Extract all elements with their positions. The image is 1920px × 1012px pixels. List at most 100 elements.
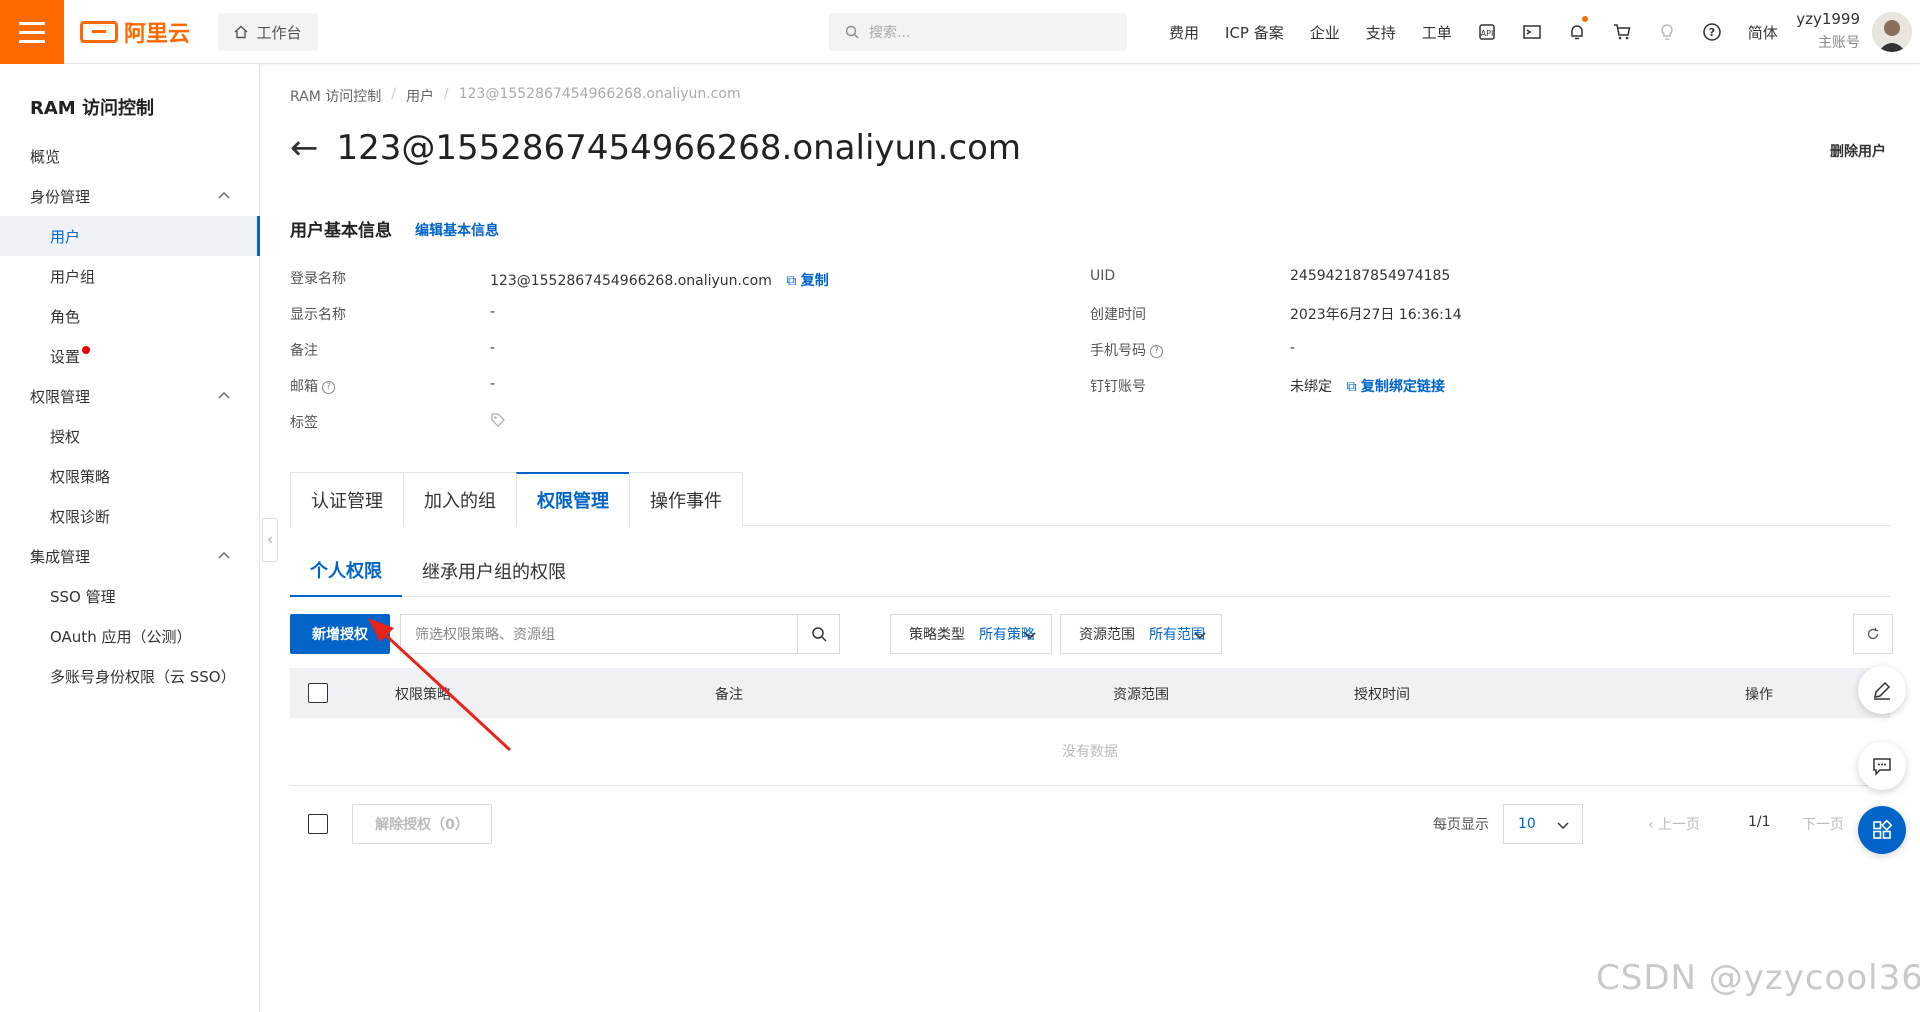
sidebar-item-label: 多账号身份权限（云 SSO） [50, 667, 236, 686]
sidebar-group-permissions[interactable]: 权限管理 [0, 376, 260, 416]
column-policy[interactable]: 权限策略 [395, 684, 451, 704]
help-icon[interactable]: ? [322, 380, 335, 394]
footer-select-all-checkbox[interactable] [308, 814, 328, 834]
permission-toolbar: 新增授权 筛选权限策略、资源组 策略类型 所有策略 资源范围 所有范围 [290, 614, 1893, 656]
prev-page-button[interactable]: ‹ 上一页 [1648, 814, 1700, 834]
info-label-display-name: 显示名称 [290, 307, 346, 323]
hamburger-menu-button[interactable] [0, 0, 64, 64]
feedback-float-button[interactable] [1858, 742, 1906, 790]
chevron-up-icon [218, 192, 230, 199]
sidebar-item-oauth[interactable]: OAuth 应用（公测） [0, 616, 260, 656]
copy-icon[interactable]: ⧉ [786, 273, 796, 289]
lightbulb-icon[interactable] [1645, 0, 1690, 64]
permission-subtabs: 个人权限 继承用户组的权限 [290, 545, 1890, 597]
sidebar-item-label: 权限管理 [30, 387, 91, 406]
tag-icon[interactable] [490, 412, 506, 428]
policy-type-label: 策略类型 [909, 627, 965, 643]
global-search-input[interactable]: 搜索... [829, 13, 1127, 51]
filter-input[interactable]: 筛选权限策略、资源组 [400, 614, 840, 654]
sidebar-collapse-handle[interactable]: ‹ [262, 518, 278, 562]
sidebar-item-settings[interactable]: 设置 [0, 336, 260, 376]
policy-type-select[interactable]: 策略类型 所有策略 [890, 614, 1052, 654]
sidebar-item-label: OAuth 应用（公测） [50, 627, 192, 646]
table-header: 权限策略 备注 资源范围 授权时间 操作 [290, 668, 1890, 718]
copy-login-name-link[interactable]: 复制 [801, 273, 829, 289]
chevron-down-icon [1194, 632, 1206, 640]
column-scope: 资源范围 [1113, 687, 1169, 703]
edit-basic-info-link[interactable]: 编辑基本信息 [415, 220, 499, 240]
search-icon[interactable] [797, 615, 839, 653]
nav-support[interactable]: 支持 [1353, 22, 1409, 43]
new-badge-dot [82, 346, 91, 354]
aliyun-logo[interactable]: 阿里云 [80, 18, 190, 47]
help-icon[interactable]: ? [1150, 344, 1163, 358]
sidebar-item-cloud-sso[interactable]: 多账号身份权限（云 SSO） [0, 656, 260, 696]
sidebar-item-overview[interactable]: 概览 [0, 136, 260, 176]
breadcrumb-users[interactable]: 用户 [406, 86, 434, 106]
back-arrow-icon[interactable]: ← [290, 131, 319, 165]
tab-joined-groups[interactable]: 加入的组 [403, 472, 517, 526]
sidebar-group-identity[interactable]: 身份管理 [0, 176, 260, 216]
remark-value: - [490, 340, 496, 356]
bell-icon[interactable] [1555, 0, 1600, 64]
workbench-button[interactable]: 工作台 [218, 13, 318, 51]
delete-user-button[interactable]: 删除用户 [1830, 141, 1886, 161]
nav-ticket[interactable]: 工单 [1409, 22, 1465, 43]
subtab-inherited[interactable]: 继承用户组的权限 [402, 545, 586, 597]
resource-scope-select[interactable]: 资源范围 所有范围 [1060, 614, 1222, 654]
scope-label: 资源范围 [1079, 627, 1135, 643]
revoke-grant-button[interactable]: 解除授权（0） [352, 804, 492, 844]
nav-fees[interactable]: 费用 [1156, 22, 1212, 43]
edit-float-button[interactable] [1858, 666, 1906, 714]
created-time-value: 2023年6月27日 16:36:14 [1290, 307, 1462, 323]
api-icon[interactable]: API [1465, 0, 1510, 64]
sidebar-item-policies[interactable]: 权限策略 [0, 456, 260, 496]
copy-icon[interactable]: ⧉ [1346, 379, 1356, 395]
next-label: 下一页 [1802, 817, 1844, 833]
sidebar-item-grants[interactable]: 授权 [0, 416, 260, 456]
help-icon[interactable]: ? [1690, 0, 1735, 64]
sidebar-item-roles[interactable]: 角色 [0, 296, 260, 336]
breadcrumb-separator: / [444, 86, 449, 102]
sidebar-item-label: 授权 [50, 427, 81, 446]
sidebar-group-integration[interactable]: 集成管理 [0, 536, 260, 576]
add-grant-button[interactable]: 新增授权 [290, 614, 390, 654]
user-menu[interactable]: yzy1999 主账号 [1790, 10, 1860, 52]
terminal-icon[interactable] [1510, 0, 1555, 64]
copy-bind-link[interactable]: 复制绑定链接 [1361, 379, 1445, 395]
tab-permissions[interactable]: 权限管理 [516, 472, 630, 526]
dingtalk-value: 未绑定 [1290, 379, 1332, 395]
nav-enterprise[interactable]: 企业 [1297, 22, 1353, 43]
sidebar-item-sso[interactable]: SSO 管理 [0, 576, 260, 616]
cart-icon[interactable] [1600, 0, 1645, 64]
sidebar-item-label: 用户组 [50, 267, 96, 286]
sidebar-item-label: 身份管理 [30, 187, 91, 206]
breadcrumb: RAM 访问控制 / 用户 / 123@1552867454966268.onali… [290, 86, 741, 106]
sidebar-item-label: 设置 [50, 347, 81, 366]
phone-value: - [1290, 340, 1296, 356]
search-icon [845, 25, 859, 39]
refresh-button[interactable] [1853, 614, 1893, 654]
subtab-personal[interactable]: 个人权限 [290, 545, 402, 597]
home-icon [235, 25, 248, 39]
sidebar-item-user-groups[interactable]: 用户组 [0, 256, 260, 296]
sidebar-item-diagnosis[interactable]: 权限诊断 [0, 496, 260, 536]
display-name-value: - [490, 304, 496, 320]
filter-placeholder: 筛选权限策略、资源组 [415, 627, 555, 643]
tab-events[interactable]: 操作事件 [629, 472, 743, 526]
breadcrumb-ram[interactable]: RAM 访问控制 [290, 86, 381, 106]
avatar[interactable] [1872, 12, 1912, 52]
sidebar-item-users[interactable]: 用户 [0, 216, 260, 256]
page-size-select[interactable]: 10 [1503, 804, 1583, 844]
apps-float-button[interactable] [1858, 806, 1906, 854]
next-page-button[interactable]: 下一页 [1802, 814, 1844, 834]
info-label-remark: 备注 [290, 343, 318, 359]
language-switch[interactable]: 简体 [1735, 22, 1791, 43]
tab-authentication[interactable]: 认证管理 [290, 472, 404, 526]
breadcrumb-separator: / [391, 86, 396, 102]
uid-value: 245942187854974185 [1290, 268, 1451, 284]
column-grant-time[interactable]: 授权时间 [1354, 684, 1410, 704]
select-all-checkbox[interactable] [308, 683, 328, 703]
nav-icp[interactable]: ICP 备案 [1212, 22, 1297, 43]
info-label-uid: UID [1090, 268, 1116, 284]
